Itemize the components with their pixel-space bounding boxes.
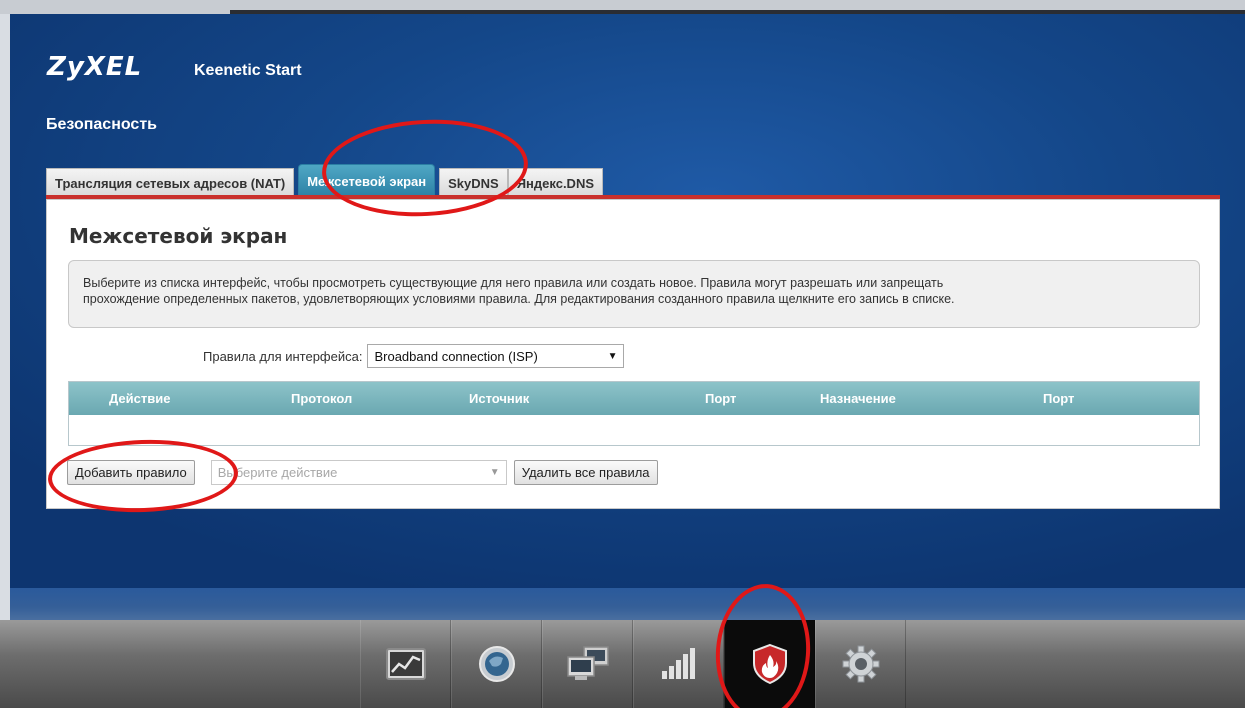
tab-bar: Трансляция сетевых адресов (NAT) Межсете… <box>46 164 604 198</box>
nav-monitor[interactable] <box>360 620 451 708</box>
nav-system[interactable] <box>815 620 906 708</box>
chevron-down-icon: ▼ <box>489 467 500 478</box>
bottom-nav-bar <box>0 620 1245 708</box>
info-text-line-2: прохождение определенных пакетов, удовле… <box>83 292 955 306</box>
column-source: Источник <box>469 391 530 406</box>
rule-actions: Добавить правило Выберите действие ▼ Уда… <box>67 460 658 485</box>
product-name: Keenetic Start <box>194 62 302 79</box>
column-destination-port: Порт <box>1043 391 1075 406</box>
info-text-line-1: Выберите из списка интерфейс, чтобы прос… <box>83 276 944 290</box>
interface-select-value: Broadband connection (ISP) <box>374 348 538 364</box>
nav-home-network[interactable] <box>542 620 633 708</box>
nav-internet[interactable] <box>451 620 542 708</box>
page-title: Безопасность <box>46 116 157 133</box>
network-computers-icon <box>566 646 609 680</box>
column-action: Действие <box>109 391 171 406</box>
chevron-down-icon: ▼ <box>607 350 618 362</box>
gear-icon <box>842 645 879 683</box>
window-top-strip <box>0 0 1245 14</box>
action-select-placeholder: Выберите действие <box>217 465 338 480</box>
info-box: Выберите из списка интерфейс, чтобы прос… <box>68 260 1200 328</box>
column-source-port: Порт <box>705 391 737 406</box>
bottom-nav <box>360 620 906 708</box>
column-destination: Назначение <box>820 391 896 406</box>
tab-skydns[interactable]: SkyDNS <box>439 168 508 198</box>
tab-firewall[interactable]: Межсетевой экран <box>298 164 436 198</box>
main-lower-band <box>10 588 1245 620</box>
monitor-chart-icon <box>385 648 426 680</box>
interface-select[interactable]: Broadband connection (ISP) ▼ <box>367 344 625 368</box>
firewall-panel: Межсетевой экран Выберите из списка инте… <box>46 199 1220 509</box>
rules-table-body <box>69 415 1199 445</box>
brand-logo: ZyXEL <box>47 52 143 82</box>
signal-bars-icon <box>661 648 695 679</box>
interface-label: Правила для интерфейса: <box>203 348 363 364</box>
tab-nat[interactable]: Трансляция сетевых адресов (NAT) <box>46 168 295 198</box>
column-protocol: Протокол <box>291 391 353 406</box>
add-rule-button[interactable]: Добавить правило <box>67 460 195 485</box>
tab-yandex-dns[interactable]: Яндекс.DNS <box>507 168 604 198</box>
rules-table: Действие Протокол Источник Порт Назначен… <box>68 381 1200 446</box>
globe-icon <box>478 646 515 682</box>
panel-title: Межсетевой экран <box>69 224 288 248</box>
firewall-shield-icon <box>752 643 787 685</box>
nav-security[interactable] <box>724 620 815 708</box>
interface-row: Правила для интерфейса: Broadband connec… <box>203 344 625 368</box>
action-select[interactable]: Выберите действие ▼ <box>210 460 507 485</box>
main-area: ZyXEL Keenetic Start Безопасность Трансл… <box>10 14 1245 620</box>
nav-wifi[interactable] <box>633 620 724 708</box>
delete-all-rules-button[interactable]: Удалить все правила <box>513 460 658 485</box>
rules-table-header: Действие Протокол Источник Порт Назначен… <box>69 382 1199 415</box>
